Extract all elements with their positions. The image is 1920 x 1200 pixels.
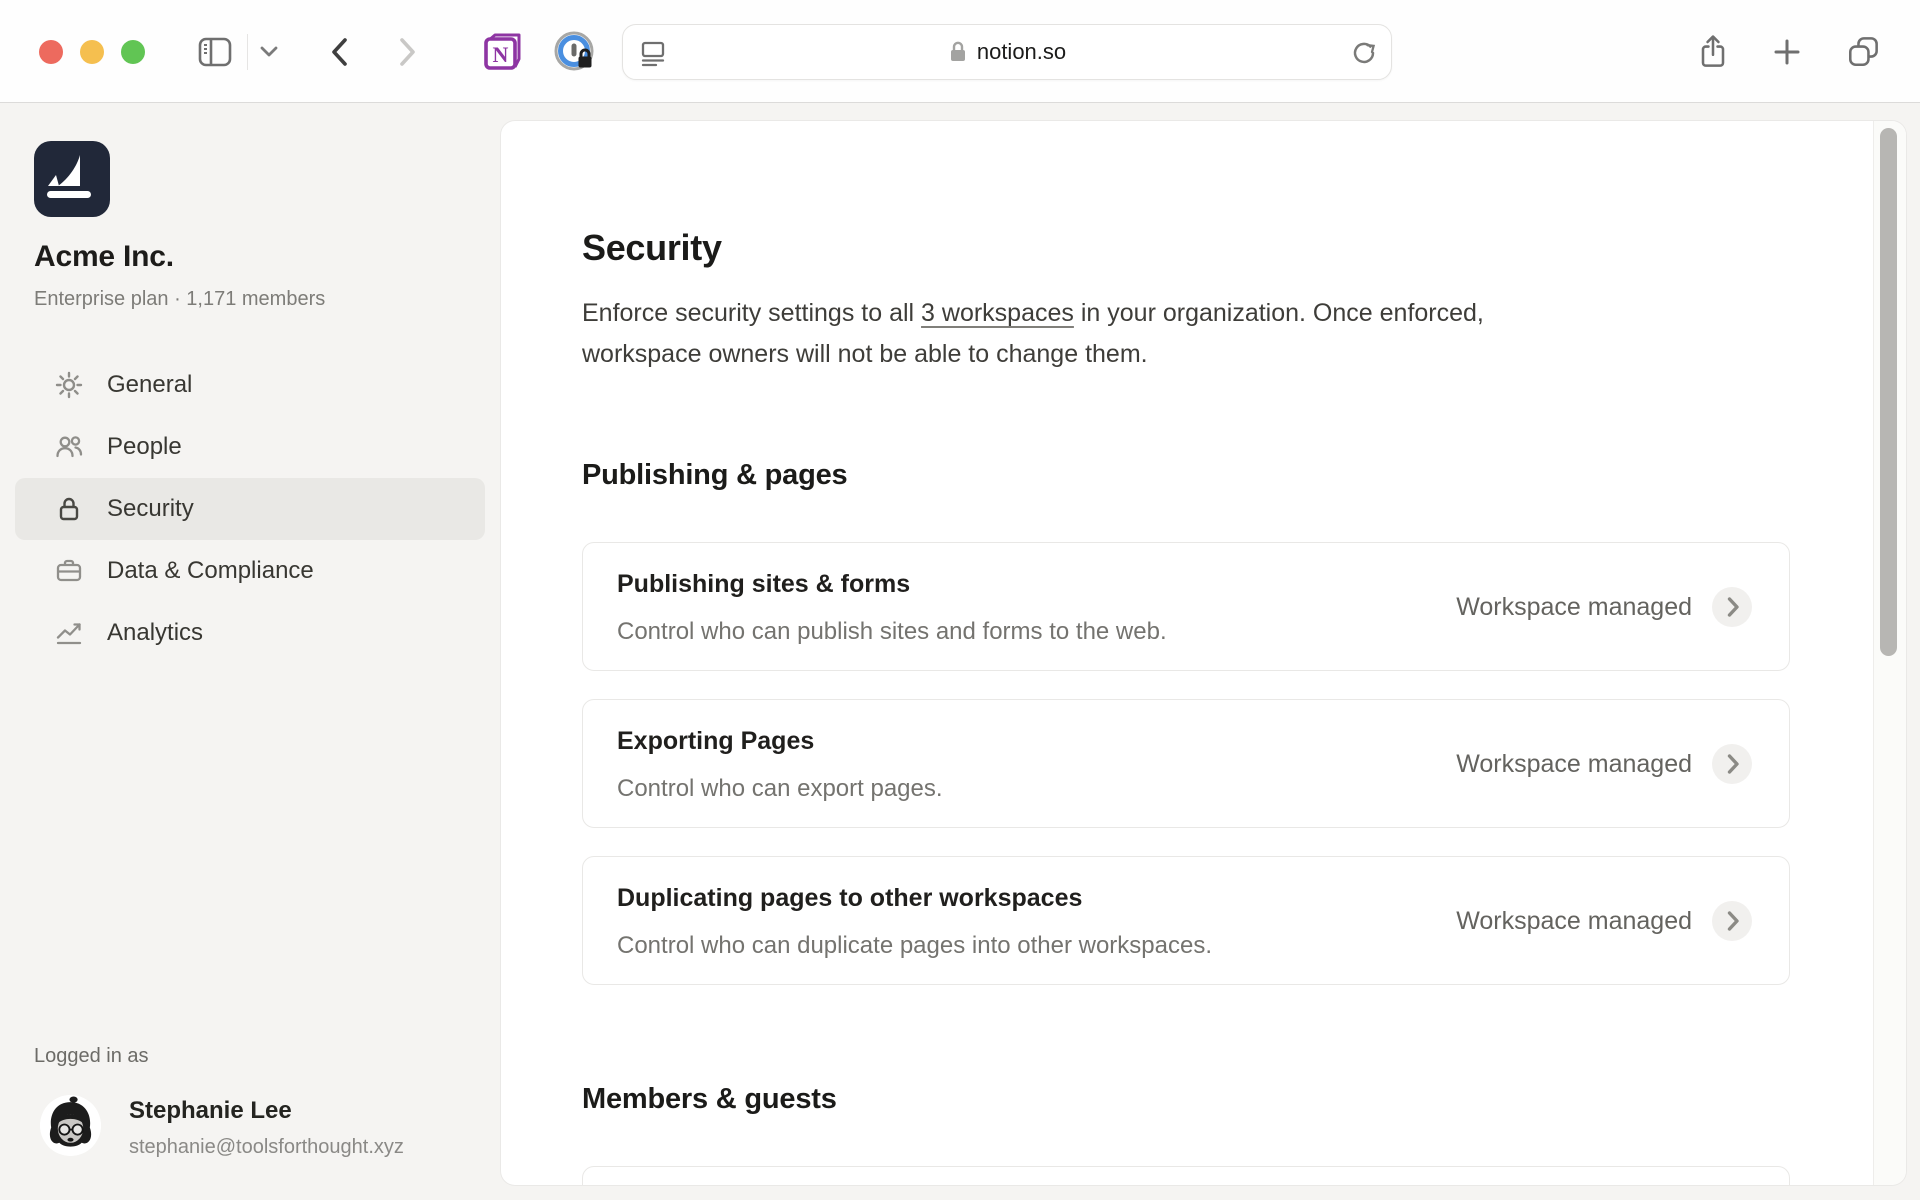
logged-in-as-label: Logged in as <box>34 1045 149 1068</box>
people-icon <box>54 432 84 462</box>
chevron-right-icon <box>1712 744 1752 784</box>
plus-icon <box>1772 37 1802 67</box>
page-title: Security <box>582 227 722 269</box>
browser-toolbar: N <box>0 0 1920 103</box>
scrollbar-thumb[interactable] <box>1880 128 1897 656</box>
reload-button[interactable] <box>1351 40 1377 66</box>
svg-text:N: N <box>493 42 509 67</box>
status-badge: Workspace managed <box>1456 700 1692 829</box>
settings-nav: General People <box>15 354 485 664</box>
back-icon <box>329 36 349 68</box>
status-badge: Workspace managed <box>1456 543 1692 672</box>
address-bar[interactable]: notion.so <box>622 24 1392 80</box>
card-description: Control who can publish sites and forms … <box>617 618 1167 646</box>
workspaces-link[interactable]: 3 workspaces <box>921 299 1074 327</box>
sidebar-item-security[interactable]: Security <box>15 478 485 540</box>
url-domain: notion.so <box>977 39 1066 65</box>
card-title: Publishing sites & forms <box>617 570 910 599</box>
window-minimize-button[interactable] <box>80 40 104 64</box>
intro-before: Enforce security settings to all <box>582 299 921 327</box>
notion-extension-icon: N <box>480 30 524 74</box>
window-zoom-button[interactable] <box>121 40 145 64</box>
avatar <box>40 1095 101 1156</box>
setting-card-duplicating-pages[interactable]: Duplicating pages to other workspaces Co… <box>582 856 1790 985</box>
org-logo <box>34 141 110 217</box>
share-icon <box>1693 32 1733 72</box>
card-title: Duplicating pages to other workspaces <box>617 884 1082 913</box>
section-heading-members-guests: Members & guests <box>582 1083 837 1116</box>
sidebar-item-data-compliance[interactable]: Data & Compliance <box>15 540 485 602</box>
sidebar-item-label: People <box>107 433 182 461</box>
org-plan-members: Enterprise plan · 1,171 members <box>34 288 325 311</box>
org-name: Acme Inc. <box>34 240 174 274</box>
lock-icon <box>54 494 84 524</box>
notion-extension-button[interactable]: N <box>480 30 524 74</box>
forward-button[interactable] <box>386 30 430 74</box>
setting-card-partial[interactable] <box>582 1166 1790 1185</box>
card-title: Exporting Pages <box>617 727 814 756</box>
new-tab-button[interactable] <box>1765 30 1809 74</box>
settings-sidebar: Acme Inc. Enterprise plan · 1,171 member… <box>0 104 501 1200</box>
tab-overview-button[interactable] <box>1841 30 1885 74</box>
card-open-button[interactable] <box>1712 744 1752 784</box>
tabs-icon <box>1843 32 1883 72</box>
scrollbar-track[interactable] <box>1873 121 1906 1185</box>
sidebar-item-label: Data & Compliance <box>107 557 314 585</box>
forward-icon <box>398 36 418 68</box>
section-heading-publishing-pages: Publishing & pages <box>582 459 848 492</box>
notion-settings-page: Acme Inc. Enterprise plan · 1,171 member… <box>0 104 1920 1200</box>
tls-lock-icon <box>948 40 968 64</box>
user-name: Stephanie Lee <box>129 1097 292 1125</box>
setting-card-publishing-sites-forms[interactable]: Publishing sites & forms Control who can… <box>582 542 1790 671</box>
briefcase-icon <box>54 556 84 586</box>
chevron-right-icon <box>1712 587 1752 627</box>
card-description: Control who can duplicate pages into oth… <box>617 932 1212 960</box>
onepassword-extension-icon <box>553 30 597 74</box>
sidebar-dropdown-button[interactable] <box>247 30 291 74</box>
gear-icon <box>54 370 84 400</box>
security-settings-panel: Security Enforce security settings to al… <box>501 121 1906 1185</box>
sidebar-item-people[interactable]: People <box>15 416 485 478</box>
card-open-button[interactable] <box>1712 587 1752 627</box>
window-close-button[interactable] <box>39 40 63 64</box>
status-badge: Workspace managed <box>1456 857 1692 986</box>
setting-card-exporting-pages[interactable]: Exporting Pages Control who can export p… <box>582 699 1790 828</box>
share-button[interactable] <box>1691 30 1735 74</box>
page-format-icon[interactable] <box>639 39 667 67</box>
chevron-down-icon <box>260 46 278 58</box>
sidebar-item-label: Security <box>107 495 194 523</box>
chevron-right-icon <box>1712 901 1752 941</box>
sidebar-toggle-button[interactable] <box>193 30 237 74</box>
sidebar-item-general[interactable]: General <box>15 354 485 416</box>
back-button[interactable] <box>317 30 361 74</box>
sidebar-item-label: General <box>107 371 192 399</box>
user-email: stephanie@toolsforthought.xyz <box>129 1136 404 1159</box>
sidebar-item-analytics[interactable]: Analytics <box>15 602 485 664</box>
onepassword-extension-button[interactable] <box>553 30 597 74</box>
sidebar-item-label: Analytics <box>107 619 203 647</box>
card-description: Control who can export pages. <box>617 775 943 803</box>
card-open-button[interactable] <box>1712 901 1752 941</box>
line-chart-icon <box>54 618 84 648</box>
intro-text: Enforce security settings to all 3 works… <box>582 293 1532 375</box>
sailboat-icon <box>42 149 102 209</box>
sidebar-toggle-icon <box>196 33 234 71</box>
